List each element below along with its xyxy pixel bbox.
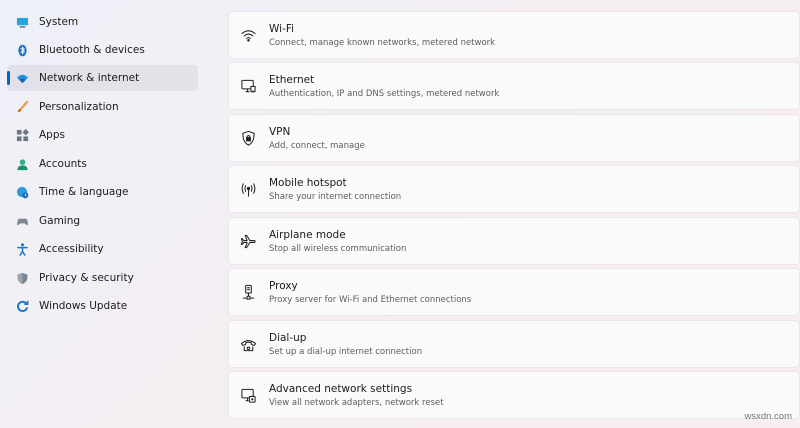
proxy-icon [238,282,258,302]
paintbrush-icon [15,100,29,114]
sidebar-item-accounts[interactable]: Accounts [7,151,198,177]
vpn-card[interactable]: VPN Add, connect, manage [228,114,800,162]
card-subtitle: Authentication, IP and DNS settings, met… [269,88,500,99]
card-subtitle: View all network adapters, network reset [269,397,444,408]
watermark: wsxdn.com [744,411,792,422]
sidebar-item-gaming[interactable]: Gaming [7,208,198,234]
card-title: VPN [269,125,291,138]
sidebar-item-system[interactable]: System [7,9,198,35]
card-title: Proxy [269,279,298,292]
update-icon [15,299,29,313]
person-icon [15,157,29,171]
card-subtitle: Stop all wireless communication [269,243,407,254]
card-subtitle: Set up a dial-up internet connection [269,346,423,357]
dial-up-card[interactable]: Dial-up Set up a dial-up internet connec… [228,320,800,368]
card-subtitle: Add, connect, manage [269,140,365,151]
sidebar-item-privacy[interactable]: Privacy & security [7,265,198,291]
wifi-icon [15,71,29,85]
hotspot-icon [238,179,258,199]
advanced-network-settings-card[interactable]: Advanced network settings View all netwo… [228,371,800,419]
sidebar-item-windows-update[interactable]: Windows Update [7,293,198,319]
card-title: Mobile hotspot [269,176,347,189]
gamepad-icon [15,214,29,228]
shield-icon [15,271,29,285]
globe-clock-icon [15,185,29,199]
sidebar-item-label: Bluetooth & devices [39,44,145,56]
card-title: Wi-Fi [269,22,295,35]
card-title: Ethernet [269,73,315,86]
sidebar-item-label: Network & internet [39,72,140,84]
ethernet-icon [238,76,258,96]
airplane-mode-card[interactable]: Airplane mode Stop all wireless communic… [228,217,800,265]
sidebar-item-bluetooth[interactable]: Bluetooth & devices [7,37,198,63]
sidebar-item-label: Time & language [39,186,129,198]
accessibility-icon [15,242,29,256]
wifi-card[interactable]: Wi-Fi Connect, manage known networks, me… [228,11,800,59]
vpn-shield-icon [238,128,258,148]
sidebar-item-label: Windows Update [39,300,128,312]
sidebar-item-time-language[interactable]: Time & language [7,179,198,205]
sidebar-item-label: Apps [39,129,65,141]
sidebar-item-network[interactable]: Network & internet [7,65,198,91]
bluetooth-icon [15,43,29,57]
card-subtitle: Share your internet connection [269,191,402,202]
card-title: Airplane mode [269,228,346,241]
active-indicator [7,71,10,85]
airplane-icon [238,231,258,251]
sidebar-item-label: Accessibility [39,243,104,255]
dialup-icon [238,334,258,354]
sidebar-item-label: Gaming [39,215,81,227]
sidebar-item-personalization[interactable]: Personalization [7,94,198,120]
card-title: Advanced network settings [269,382,413,395]
wifi-icon [238,25,258,45]
card-subtitle: Connect, manage known networks, metered … [269,37,496,48]
proxy-card[interactable]: Proxy Proxy server for Wi-Fi and Etherne… [228,268,800,316]
card-subtitle: Proxy server for Wi-Fi and Ethernet conn… [269,294,472,305]
monitor-icon [15,15,29,29]
advanced-network-icon [238,385,258,405]
apps-icon [15,128,29,142]
sidebar-item-accessibility[interactable]: Accessibility [7,236,198,262]
sidebar: System Bluetooth & devices Network & int… [0,0,210,428]
sidebar-item-label: Personalization [39,101,119,113]
sidebar-item-label: System [39,16,79,28]
card-title: Dial-up [269,331,307,344]
mobile-hotspot-card[interactable]: Mobile hotspot Share your internet conne… [228,165,800,213]
ethernet-card[interactable]: Ethernet Authentication, IP and DNS sett… [228,62,800,110]
sidebar-item-label: Privacy & security [39,272,134,284]
sidebar-item-apps[interactable]: Apps [7,122,198,148]
sidebar-item-label: Accounts [39,158,87,170]
